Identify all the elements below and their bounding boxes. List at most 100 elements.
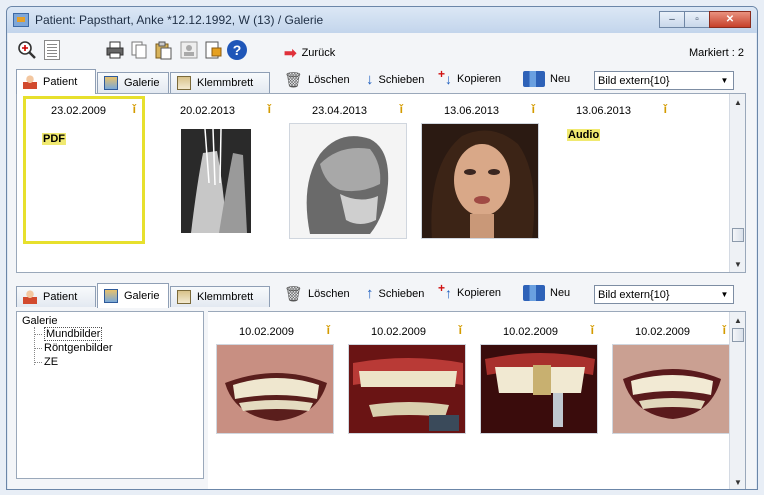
thumbnail-card[interactable]: 10.02.2009 ǐ — [610, 320, 732, 450]
clipboard-icon — [177, 290, 191, 304]
info-icon[interactable]: ǐ — [459, 323, 462, 337]
move-label: Schieben — [378, 287, 425, 300]
title-bar[interactable]: Patient: Papsthart, Anke *12.12.1992, W … — [7, 7, 757, 33]
help-icon[interactable]: ? — [227, 40, 247, 60]
scroll-down-icon[interactable]: ▼ — [730, 474, 746, 489]
top-vertical-scrollbar[interactable]: ▲ ▼ — [729, 94, 745, 272]
copy-button[interactable]: + ↑ Kopieren — [438, 281, 502, 301]
top-tab-row: Patient Galerie Klemmbrett 🗑 Löschen ↓ S… — [16, 67, 746, 94]
copy-icon[interactable] — [128, 39, 150, 61]
contact-card-icon[interactable] — [178, 39, 200, 61]
new-label: Neu — [550, 73, 571, 85]
thumbnail-card[interactable]: 13.06.2013 ǐ — [419, 99, 541, 241]
move-button[interactable]: ↓ Schieben — [366, 71, 424, 88]
window-controls: – ▫ ✕ — [659, 11, 751, 28]
new-button[interactable]: Neu — [523, 71, 570, 87]
copy-button[interactable]: + ↓ Kopieren — [438, 67, 502, 87]
trash-icon: 🗑 — [284, 286, 304, 303]
tab-label: Patient — [43, 76, 78, 88]
xray-image — [157, 123, 275, 239]
bottom-tab-klemmbrett[interactable]: Klemmbrett — [170, 286, 270, 307]
tab-label: Klemmbrett — [197, 291, 254, 303]
gallery-icon — [104, 289, 118, 303]
tree-node-roentgenbilder[interactable]: Röntgenbilder — [34, 341, 198, 355]
bottom-vertical-scrollbar[interactable]: ▲ ▼ — [729, 312, 746, 489]
new-button[interactable]: Neu — [523, 285, 570, 301]
maximize-button[interactable]: ▫ — [684, 11, 710, 28]
info-icon[interactable]: ǐ — [532, 102, 535, 116]
source-select-value: Bild extern{10} — [598, 74, 670, 87]
thumbnail-date: 23.02.2009 — [50, 105, 107, 117]
export-icon[interactable] — [202, 39, 224, 61]
move-label: Schieben — [378, 73, 425, 86]
arrow-down-icon: ↓ — [445, 71, 453, 87]
thumbnail-date: 10.02.2009 — [370, 326, 427, 338]
source-select[interactable]: Bild extern{10} ▼ — [594, 285, 734, 304]
new-icon — [523, 285, 545, 301]
thumbnail-date: 20.02.2013 — [179, 105, 236, 117]
file-type-label: PDF — [42, 133, 66, 145]
thumbnail-card[interactable]: 23.04.2013 ǐ — [287, 99, 409, 241]
patient-icon — [23, 75, 37, 89]
delete-button[interactable]: 🗑 Löschen — [284, 71, 350, 89]
list-view-icon[interactable] — [44, 40, 60, 60]
scroll-thumb[interactable] — [732, 328, 744, 342]
toolbar: ? ➡ Zurück Markiert : 2 — [8, 37, 756, 65]
copy-label: Kopieren — [457, 73, 502, 85]
info-icon[interactable]: ǐ — [133, 102, 136, 116]
back-button[interactable]: ➡ Zurück — [284, 44, 335, 62]
tree-node-ze[interactable]: ZE — [34, 355, 198, 369]
plus-icon: + — [438, 67, 446, 81]
patient-icon — [23, 290, 37, 304]
bottom-pane: Patient Galerie Klemmbrett 🗑 Löschen ↑ S… — [8, 281, 756, 489]
mouth-photo — [348, 344, 466, 434]
thumbnail-card[interactable]: 20.02.2013 ǐ — [155, 99, 277, 241]
thumbnail-card[interactable]: 10.02.2009 ǐ — [214, 320, 336, 450]
chevron-down-icon: ▼ — [720, 76, 729, 85]
tab-label: Galerie — [124, 290, 160, 302]
printer-icon[interactable] — [104, 39, 126, 61]
top-tab-klemmbrett[interactable]: Klemmbrett — [170, 72, 270, 93]
zoom-in-icon[interactable] — [16, 39, 38, 61]
info-icon[interactable]: ǐ — [400, 102, 403, 116]
thumbnail-card[interactable]: 10.02.2009 ǐ — [478, 320, 600, 450]
top-tab-patient[interactable]: Patient — [16, 69, 96, 94]
source-select[interactable]: Bild extern{10} ▼ — [594, 71, 734, 90]
tree-node-mundbilder[interactable]: Mundbilder — [34, 327, 198, 341]
thumbnail-card[interactable]: 10.02.2009 ǐ — [346, 320, 468, 450]
thumbnail-date: 10.02.2009 — [634, 326, 691, 338]
marked-count: Markiert : 2 — [688, 47, 744, 59]
scroll-up-icon[interactable]: ▲ — [730, 312, 746, 328]
bottom-thumbnail-panel: 10.02.2009 ǐ 10.02.2009 ǐ 10.02.2009 ǐ 1… — [208, 311, 746, 489]
tree-node-label: Mundbilder — [44, 327, 103, 341]
clipboard-icon — [177, 76, 191, 90]
info-icon[interactable]: ǐ — [664, 102, 667, 116]
info-icon[interactable]: ǐ — [591, 323, 594, 337]
paste-icon[interactable] — [152, 39, 174, 61]
back-label: Zurück — [301, 47, 336, 59]
move-button[interactable]: ↑ Schieben — [366, 285, 424, 302]
close-button[interactable]: ✕ — [709, 11, 751, 28]
bottom-tab-patient[interactable]: Patient — [16, 286, 96, 307]
thumbnail-card[interactable]: 23.02.2009 ǐ PDF — [23, 96, 145, 244]
bottom-tab-galerie[interactable]: Galerie — [97, 283, 169, 308]
top-pane: Patient Galerie Klemmbrett 🗑 Löschen ↓ S… — [8, 67, 756, 279]
copy-label: Kopieren — [457, 287, 502, 299]
source-select-value: Bild extern{10} — [598, 288, 670, 301]
info-icon[interactable]: ǐ — [268, 102, 271, 116]
info-icon[interactable]: ǐ — [723, 323, 726, 337]
minimize-button[interactable]: – — [659, 11, 685, 28]
thumbnail-card[interactable]: 13.06.2013 ǐ Audio — [551, 99, 673, 241]
info-icon[interactable]: ǐ — [327, 323, 330, 337]
delete-button[interactable]: 🗑 Löschen — [284, 285, 350, 303]
scroll-up-icon[interactable]: ▲ — [730, 94, 746, 110]
arrow-down-icon: ↓ — [366, 71, 374, 88]
main-content: ? ➡ Zurück Markiert : 2 Patient Galerie — [8, 33, 756, 489]
scroll-down-icon[interactable]: ▼ — [730, 256, 746, 272]
tree-root[interactable]: Galerie — [22, 315, 198, 327]
thumbnail-date: 23.04.2013 — [311, 105, 368, 117]
scroll-thumb[interactable] — [732, 228, 744, 242]
app-window: Patient: Papsthart, Anke *12.12.1992, W … — [6, 6, 758, 490]
mouth-photo — [216, 344, 334, 434]
top-tab-galerie[interactable]: Galerie — [97, 72, 169, 93]
